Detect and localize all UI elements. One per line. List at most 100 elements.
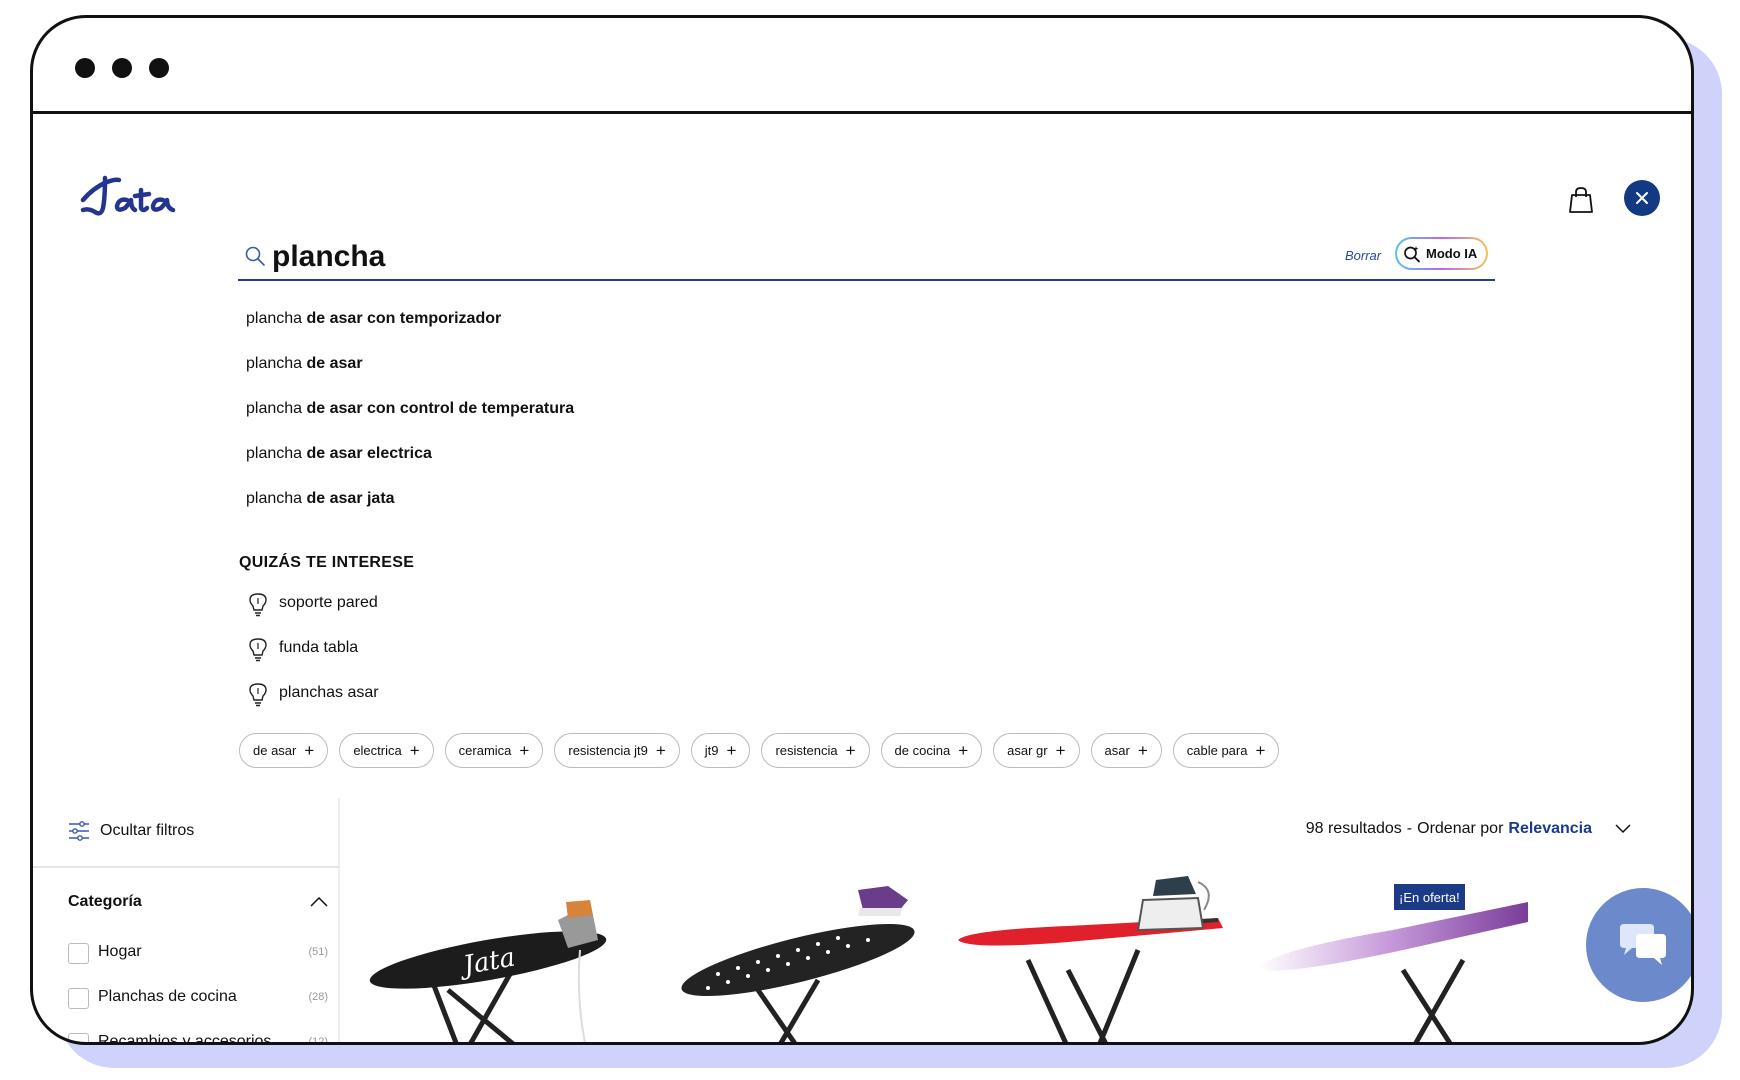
results-bar: 98 resultados - Ordenar por Relevancia [1306, 820, 1631, 838]
sort-label: Ordenar por [1417, 820, 1504, 837]
plus-icon: + [409, 741, 420, 760]
chip[interactable]: asar gr + [993, 733, 1080, 768]
category-count: (12) [308, 1036, 328, 1045]
plus-icon: + [726, 741, 737, 760]
chevron-down-icon[interactable] [1615, 824, 1631, 834]
chip-label: electrica [353, 743, 402, 758]
product-card[interactable] [1253, 870, 1528, 1042]
suggestion-item[interactable]: plancha de asar con temporizador [246, 310, 574, 355]
chip-label: resistencia [775, 743, 838, 758]
suggestion-completion: de asar [306, 355, 363, 372]
chip[interactable]: ceramica + [444, 733, 544, 768]
product-image-ironing-board-black: Jata [369, 900, 607, 1042]
chip-label: asar [1104, 743, 1130, 758]
ai-mode-label: Modo IA [1426, 246, 1478, 261]
interest-item[interactable]: funda tabla [246, 638, 379, 684]
search-icon [245, 246, 265, 266]
category-option[interactable]: Recambios y accesorios (12) [68, 1033, 328, 1045]
interest-list: soporte pared funda tabla planchas asar [246, 593, 379, 729]
close-icon [1636, 192, 1648, 204]
suggestion-completion: de asar electrica [306, 445, 432, 462]
chip[interactable]: resistencia jt9 + [554, 733, 680, 768]
category-option[interactable]: Planchas de cocina (28) [68, 988, 328, 1033]
chat-button[interactable] [1586, 888, 1691, 1002]
interest-item[interactable]: soporte pared [246, 593, 379, 639]
category-count: (28) [308, 991, 328, 1003]
jata-logo[interactable] [75, 168, 195, 228]
chip-label: asar gr [1007, 743, 1048, 758]
hide-filters-label: Ocultar filtros [100, 822, 195, 839]
filters-sidebar: Ocultar filtros Categoría Hogar (51) Pla… [33, 798, 340, 1045]
plus-icon: + [304, 741, 315, 760]
interest-label: planchas asar [279, 684, 379, 701]
category-checkbox[interactable] [68, 988, 89, 1009]
suggestion-prefix: plancha [246, 400, 303, 417]
chip-label: de asar [253, 743, 297, 758]
chip[interactable]: electrica + [339, 733, 434, 768]
category-count: (51) [308, 946, 328, 958]
chip[interactable]: jt9 + [690, 733, 751, 768]
category-checkbox[interactable] [68, 943, 89, 964]
ai-mode-button[interactable]: Modo IA [1395, 237, 1488, 270]
suggestion-completion: de asar con temporizador [306, 310, 502, 327]
category-label: Hogar [98, 943, 142, 960]
plus-icon: + [1055, 741, 1066, 760]
chip[interactable]: de cocina + [880, 733, 983, 768]
chip[interactable]: cable para + [1172, 733, 1280, 768]
plus-icon: + [845, 741, 856, 760]
category-label: Planchas de cocina [98, 988, 237, 1005]
category-list: Hogar (51) Planchas de cocina (28) Recam… [68, 943, 328, 1045]
plus-icon: + [958, 741, 969, 760]
suggestion-item[interactable]: plancha de asar [246, 355, 574, 400]
clear-search-button[interactable]: Borrar [1345, 248, 1381, 263]
chevron-up-icon [310, 897, 328, 907]
suggestion-item[interactable]: plancha de asar jata [246, 490, 574, 535]
search-suggestions: plancha de asar con temporizador plancha… [246, 310, 574, 535]
category-checkbox[interactable] [68, 1033, 89, 1042]
filters-icon [69, 821, 89, 841]
chip-label: ceramica [458, 743, 512, 758]
chip[interactable]: de asar + [239, 733, 329, 768]
interest-label: funda tabla [279, 639, 359, 656]
interest-item[interactable]: planchas asar [246, 683, 379, 729]
category-option[interactable]: Hogar (51) [68, 943, 328, 988]
browser-window: Borrar Modo IA plancha de asar con tempo… [30, 15, 1694, 1045]
product-card[interactable] [958, 870, 1233, 1042]
suggestion-item[interactable]: plancha de asar electrica [246, 445, 574, 490]
suggestion-item[interactable]: plancha de asar con control de temperatu… [246, 400, 574, 445]
category-title: Categoría [68, 893, 142, 910]
lightbulb-icon [249, 683, 267, 707]
plus-icon: + [1255, 741, 1266, 760]
hide-filters-button[interactable]: Ocultar filtros [68, 820, 194, 842]
suggestion-prefix: plancha [246, 490, 303, 507]
close-button[interactable] [1624, 180, 1660, 216]
plus-icon: + [519, 741, 530, 760]
product-card[interactable] [668, 870, 943, 1042]
interest-heading: QUIZÁS TE INTERESE [239, 554, 415, 571]
sort-value[interactable]: Relevancia [1508, 820, 1592, 838]
product-card[interactable]: Jata [368, 870, 643, 1042]
chip[interactable]: resistencia + [761, 733, 870, 768]
category-header[interactable]: Categoría [68, 893, 328, 911]
product-image-ironing-board-polka [681, 886, 915, 1042]
window-titlebar [33, 18, 1691, 114]
window-dot-maximize[interactable] [149, 58, 169, 78]
chip-label: jt9 [704, 743, 719, 758]
chip[interactable]: asar + [1090, 733, 1162, 768]
suggestion-completion: de asar jata [306, 490, 395, 507]
window-dot-close[interactable] [75, 58, 95, 78]
suggestion-prefix: plancha [246, 355, 303, 372]
product-image-ironing-board-red [958, 876, 1223, 1042]
window-dot-minimize[interactable] [112, 58, 132, 78]
results-separator: - [1406, 820, 1413, 837]
suggestion-completion: de asar con control de temperatura [306, 400, 575, 417]
chip-label: de cocina [894, 743, 951, 758]
suggestion-prefix: plancha [246, 310, 303, 327]
lightbulb-icon [249, 638, 267, 662]
search-input[interactable] [272, 237, 1172, 277]
suggestion-prefix: plancha [246, 445, 303, 462]
plus-icon: + [655, 741, 666, 760]
chip-label: resistencia jt9 [568, 743, 648, 758]
shopping-bag-icon[interactable] [1568, 186, 1594, 214]
search-bar: Borrar Modo IA [238, 235, 1495, 281]
